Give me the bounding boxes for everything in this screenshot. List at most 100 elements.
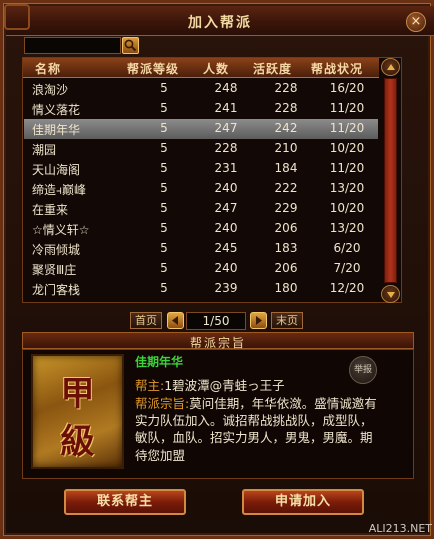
cell-level: 5	[160, 81, 168, 95]
cell-activity: 206	[274, 261, 298, 275]
cell-name: 浪淘沙	[32, 83, 69, 97]
cell-level: 5	[160, 181, 168, 195]
report-button[interactable]: 举报	[349, 356, 377, 384]
first-page-button[interactable]: 首页	[130, 312, 162, 329]
cell-war: 10/20	[329, 201, 365, 215]
cell-level: 5	[160, 281, 168, 295]
table-header: 名称 帮派等级 人数 活跃度 帮战状况	[23, 58, 379, 78]
arrow-down-icon	[387, 292, 395, 298]
cell-level: 5	[160, 261, 168, 275]
contact-leader-button[interactable]: 联系帮主	[64, 489, 186, 515]
cell-members: 239	[214, 281, 238, 295]
cell-war: 11/20	[329, 161, 365, 175]
cell-members: 247	[214, 201, 238, 215]
vertical-scrollbar[interactable]	[381, 58, 400, 303]
search-button[interactable]	[122, 37, 139, 54]
table-row[interactable]: ☆情义轩☆ 5 240 206 13/20	[24, 219, 378, 239]
last-page-button[interactable]: 末页	[271, 312, 303, 329]
header-members[interactable]: 人数	[203, 60, 229, 77]
header-activity[interactable]: 活跃度	[253, 60, 292, 77]
leader-value: 1碧波潭@青蛙っ王子	[164, 378, 285, 393]
motto-label: 帮派宗旨:	[135, 396, 190, 411]
prev-page-button[interactable]	[167, 312, 184, 329]
scroll-track[interactable]	[384, 78, 397, 283]
cell-name: 潮园	[32, 143, 57, 157]
arrow-right-icon	[256, 316, 262, 325]
cell-members: 245	[214, 241, 238, 255]
cell-members: 248	[214, 81, 238, 95]
guild-name: 佳期年华	[135, 355, 184, 369]
table-row[interactable]: 佳期年华 5 247 242 11/20	[24, 119, 378, 139]
cell-level: 5	[160, 161, 168, 175]
scroll-down-button[interactable]	[381, 285, 400, 303]
table-row[interactable]: 天山海阁 5 231 184 11/20	[24, 159, 378, 179]
cell-activity: 184	[274, 161, 298, 175]
leader-label: 帮主:	[135, 378, 165, 393]
cell-name: 在重来	[32, 203, 69, 217]
table-row[interactable]: 聚贤Ⅲ庄 5 240 206 7/20	[24, 259, 378, 279]
cell-level: 5	[160, 101, 168, 115]
scroll-up-button[interactable]	[381, 58, 400, 76]
cell-war: 6/20	[333, 241, 361, 255]
table-row[interactable]: 龙门客栈 5 239 180 12/20	[24, 279, 378, 299]
cell-level: 5	[160, 241, 168, 255]
cell-war: 16/20	[329, 81, 365, 95]
apply-join-button[interactable]: 申请加入	[242, 489, 364, 515]
cell-war: 13/20	[329, 221, 365, 235]
cell-activity: 229	[274, 201, 298, 215]
cell-members: 240	[214, 221, 238, 235]
cell-name: ☆情义轩☆	[32, 223, 90, 237]
cell-activity: 180	[274, 281, 298, 295]
close-button[interactable]: ×	[406, 12, 426, 32]
cell-name: 聚贤Ⅲ庄	[32, 263, 77, 277]
cell-name: 情义落花	[32, 103, 81, 117]
guild-emblem: 甲 級	[31, 354, 124, 469]
corner-ornament-icon	[4, 4, 30, 30]
cell-members: 231	[214, 161, 238, 175]
cell-name: 天山海阁	[32, 163, 81, 177]
title-bar: 加入帮派 ×	[6, 6, 434, 36]
cell-level: 5	[160, 201, 168, 215]
cell-war: 11/20	[329, 101, 365, 115]
arrow-up-icon	[387, 64, 395, 70]
cell-activity: 228	[274, 81, 298, 95]
cell-war: 7/20	[333, 261, 361, 275]
table-row[interactable]: 缔造⫞巅峰 5 240 222 13/20	[24, 179, 378, 199]
emblem-char-bottom: 級	[60, 422, 95, 462]
search-input[interactable]	[24, 37, 121, 54]
cell-activity: 210	[274, 141, 298, 155]
cell-name: 冷雨倾城	[32, 243, 81, 257]
search-icon	[124, 39, 137, 52]
cell-war: 13/20	[329, 181, 365, 195]
cell-activity: 222	[274, 181, 298, 195]
cell-activity: 183	[274, 241, 298, 255]
watermark: ALI213.NET	[368, 522, 432, 535]
cell-members: 247	[214, 121, 238, 135]
page-indicator: 1/50	[186, 312, 246, 330]
cell-activity: 242	[274, 121, 298, 135]
table-row[interactable]: 情义落花 5 241 228 11/20	[24, 99, 378, 119]
cell-level: 5	[160, 121, 168, 135]
next-page-button[interactable]	[250, 312, 267, 329]
header-name[interactable]: 名称	[35, 60, 61, 77]
cell-activity: 228	[274, 101, 298, 115]
cell-level: 5	[160, 221, 168, 235]
cell-activity: 206	[274, 221, 298, 235]
cell-war: 11/20	[329, 121, 365, 135]
cell-name: 缔造⫞巅峰	[32, 183, 87, 197]
motto-block: 帮派宗旨:莫问佳期，年华依潋。盛情诚邀有实力队伍加入。诚招帮战挑战队，成型队，敏…	[135, 395, 378, 464]
leader-line: 帮主:1碧波潭@青蛙っ王子	[135, 377, 285, 394]
guild-list: 名称 帮派等级 人数 活跃度 帮战状况 浪淘沙 5 248 228 16/20 情义落花 5…	[22, 57, 402, 303]
cell-members: 228	[214, 141, 238, 155]
emblem-char-top: 甲	[60, 374, 95, 414]
table-row[interactable]: 冷雨倾城 5 245 183 6/20	[24, 239, 378, 259]
cell-war: 10/20	[329, 141, 365, 155]
table-row[interactable]: 在重来 5 247 229 10/20	[24, 199, 378, 219]
table-row[interactable]: 潮园 5 228 210 10/20	[24, 139, 378, 159]
header-level[interactable]: 帮派等级	[127, 60, 179, 77]
header-war[interactable]: 帮战状况	[311, 60, 363, 77]
table-row[interactable]: 浪淘沙 5 248 228 16/20	[24, 79, 378, 99]
cell-name: 龙门客栈	[32, 283, 81, 297]
window-title: 加入帮派	[188, 15, 252, 31]
cell-members: 241	[214, 101, 238, 115]
